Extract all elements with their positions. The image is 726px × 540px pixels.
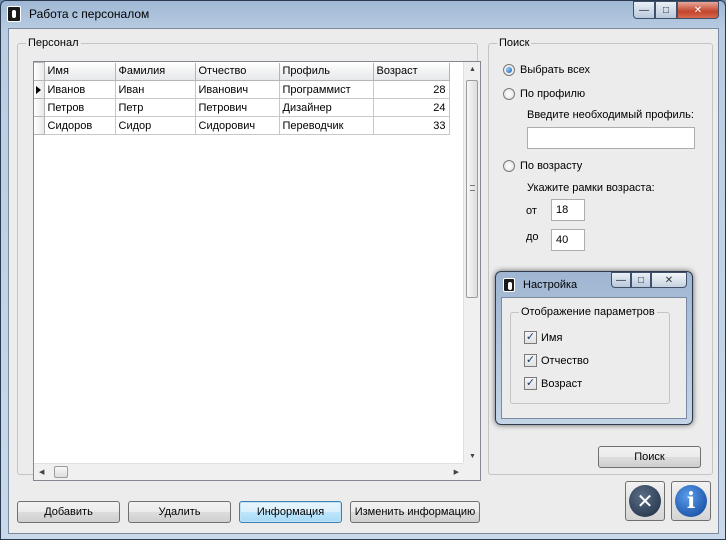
cell-surname[interactable]: Сидор bbox=[114, 116, 196, 135]
cell-profile[interactable]: Переводчик bbox=[278, 116, 374, 135]
checkbox-name[interactable]: ✓ Имя bbox=[524, 331, 562, 344]
cell-age[interactable]: 28 bbox=[372, 80, 450, 99]
checkmark-icon[interactable]: ✓ bbox=[524, 377, 537, 390]
scroll-corner bbox=[463, 463, 480, 480]
age-from-input[interactable] bbox=[551, 199, 585, 221]
delete-button[interactable]: Удалить bbox=[128, 501, 231, 523]
radio-by-age[interactable]: По возрасту bbox=[503, 160, 582, 172]
minimize-button[interactable]: — bbox=[633, 1, 655, 19]
scroll-up-icon[interactable]: ▲ bbox=[469, 66, 476, 73]
cell-name[interactable]: Петров bbox=[43, 98, 116, 117]
display-params-legend: Отображение параметров bbox=[519, 306, 657, 318]
cell-surname[interactable]: Петр bbox=[114, 98, 196, 117]
cell-surname[interactable]: Иван bbox=[114, 80, 196, 99]
checkbox-patronymic[interactable]: ✓ Отчество bbox=[524, 354, 589, 367]
add-button[interactable]: Добавить bbox=[17, 501, 120, 523]
row-header-current[interactable] bbox=[34, 80, 45, 99]
checkbox-age[interactable]: ✓ Возраст bbox=[524, 377, 582, 390]
table-row[interactable]: Петров Петр Петрович Дизайнер 24 bbox=[34, 98, 450, 117]
scroll-right-icon[interactable]: ▶ bbox=[454, 468, 459, 476]
age-to-input[interactable] bbox=[551, 229, 585, 251]
cell-patronymic[interactable]: Иванович bbox=[194, 80, 280, 99]
edit-info-button[interactable]: Изменить информацию bbox=[350, 501, 480, 523]
search-legend: Поиск bbox=[497, 37, 532, 49]
age-to-label: до bbox=[526, 231, 539, 243]
table-row[interactable]: Сидоров Сидор Сидорович Переводчик 33 bbox=[34, 116, 450, 135]
checkbox-patronymic-label: Отчество bbox=[541, 354, 589, 367]
row-header[interactable] bbox=[34, 116, 45, 135]
title-bar[interactable]: Работа с персоналом — □ ✕ bbox=[1, 1, 725, 27]
column-header-name[interactable]: Имя bbox=[43, 62, 116, 81]
cell-age[interactable]: 24 bbox=[372, 98, 450, 117]
settings-maximize-button[interactable]: □ bbox=[631, 272, 651, 288]
window-title: Работа с персоналом bbox=[29, 7, 150, 21]
profile-prompt: Введите необходимый профиль: bbox=[527, 109, 694, 121]
grid-corner-header[interactable] bbox=[34, 62, 45, 81]
radio-by-profile-label: По профилю bbox=[520, 88, 586, 100]
settings-client-area: Отображение параметров ✓ Имя ✓ Отчество … bbox=[501, 297, 687, 419]
age-from-label: от bbox=[526, 205, 537, 217]
checkbox-age-label: Возраст bbox=[541, 377, 583, 390]
checkbox-name-label: Имя bbox=[541, 331, 563, 344]
radio-by-age-label: По возрасту bbox=[520, 160, 583, 172]
radio-select-all[interactable]: Выбрать всех bbox=[503, 64, 590, 76]
table-row[interactable]: Иванов Иван Иванович Программист 28 bbox=[34, 80, 450, 99]
current-row-arrow-icon bbox=[36, 85, 41, 94]
cell-age[interactable]: 33 bbox=[372, 116, 450, 135]
app-icon bbox=[7, 6, 21, 22]
grip-icon bbox=[470, 185, 475, 191]
vertical-scroll-thumb[interactable] bbox=[466, 80, 478, 298]
cell-name[interactable]: Иванов bbox=[43, 80, 116, 99]
personnel-table: Имя Фамилия Отчество Профиль Возраст Ива… bbox=[34, 62, 450, 135]
age-prompt: Укажите рамки возраста: bbox=[527, 182, 655, 194]
close-button[interactable]: ✕ bbox=[677, 1, 719, 19]
scroll-left-icon[interactable]: ◀ bbox=[39, 468, 44, 476]
radio-icon[interactable] bbox=[503, 88, 515, 100]
settings-title: Настройка bbox=[523, 279, 578, 291]
horizontal-scrollbar[interactable]: ◀ ▶ bbox=[34, 463, 464, 480]
column-header-surname[interactable]: Фамилия bbox=[114, 62, 196, 81]
about-button[interactable]: i bbox=[671, 481, 711, 521]
cell-patronymic[interactable]: Сидорович bbox=[194, 116, 280, 135]
search-button[interactable]: Поиск bbox=[598, 446, 701, 468]
scroll-down-icon[interactable]: ▼ bbox=[469, 453, 476, 460]
radio-select-all-label: Выбрать всех bbox=[520, 64, 590, 76]
cell-profile[interactable]: Дизайнер bbox=[278, 98, 374, 117]
personnel-grid[interactable]: Имя Фамилия Отчество Профиль Возраст Ива… bbox=[33, 61, 481, 481]
radio-checked-icon[interactable] bbox=[503, 64, 515, 76]
settings-app-icon bbox=[503, 278, 515, 292]
radio-by-profile[interactable]: По профилю bbox=[503, 88, 585, 100]
radio-icon[interactable] bbox=[503, 160, 515, 172]
settings-close-button[interactable]: ✕ bbox=[651, 272, 687, 288]
grid-header-row: Имя Фамилия Отчество Профиль Возраст bbox=[34, 62, 450, 81]
column-header-patronymic[interactable]: Отчество bbox=[194, 62, 280, 81]
cell-name[interactable]: Сидоров bbox=[43, 116, 116, 135]
settings-minimize-button[interactable]: — bbox=[611, 272, 631, 288]
checkmark-icon[interactable]: ✓ bbox=[524, 331, 537, 344]
settings-tool-button[interactable]: ✕ bbox=[625, 481, 665, 521]
settings-window: Настройка — □ ✕ Отображение параметров ✓… bbox=[495, 271, 693, 425]
profile-input[interactable] bbox=[527, 127, 695, 149]
main-window: Работа с персоналом — □ ✕ Персонал Имя Ф… bbox=[0, 0, 726, 540]
column-header-age[interactable]: Возраст bbox=[372, 62, 450, 81]
info-icon: i bbox=[675, 485, 707, 517]
row-header[interactable] bbox=[34, 98, 45, 117]
maximize-button[interactable]: □ bbox=[655, 1, 677, 19]
vertical-scrollbar[interactable]: ▲ ▼ bbox=[463, 62, 480, 464]
checkmark-icon[interactable]: ✓ bbox=[524, 354, 537, 367]
cell-profile[interactable]: Программист bbox=[278, 80, 374, 99]
personnel-legend: Персонал bbox=[26, 37, 81, 49]
horizontal-scroll-thumb[interactable] bbox=[54, 466, 68, 478]
tools-icon: ✕ bbox=[629, 485, 661, 517]
cell-patronymic[interactable]: Петрович bbox=[194, 98, 280, 117]
info-button[interactable]: Информация bbox=[239, 501, 342, 523]
column-header-profile[interactable]: Профиль bbox=[278, 62, 374, 81]
